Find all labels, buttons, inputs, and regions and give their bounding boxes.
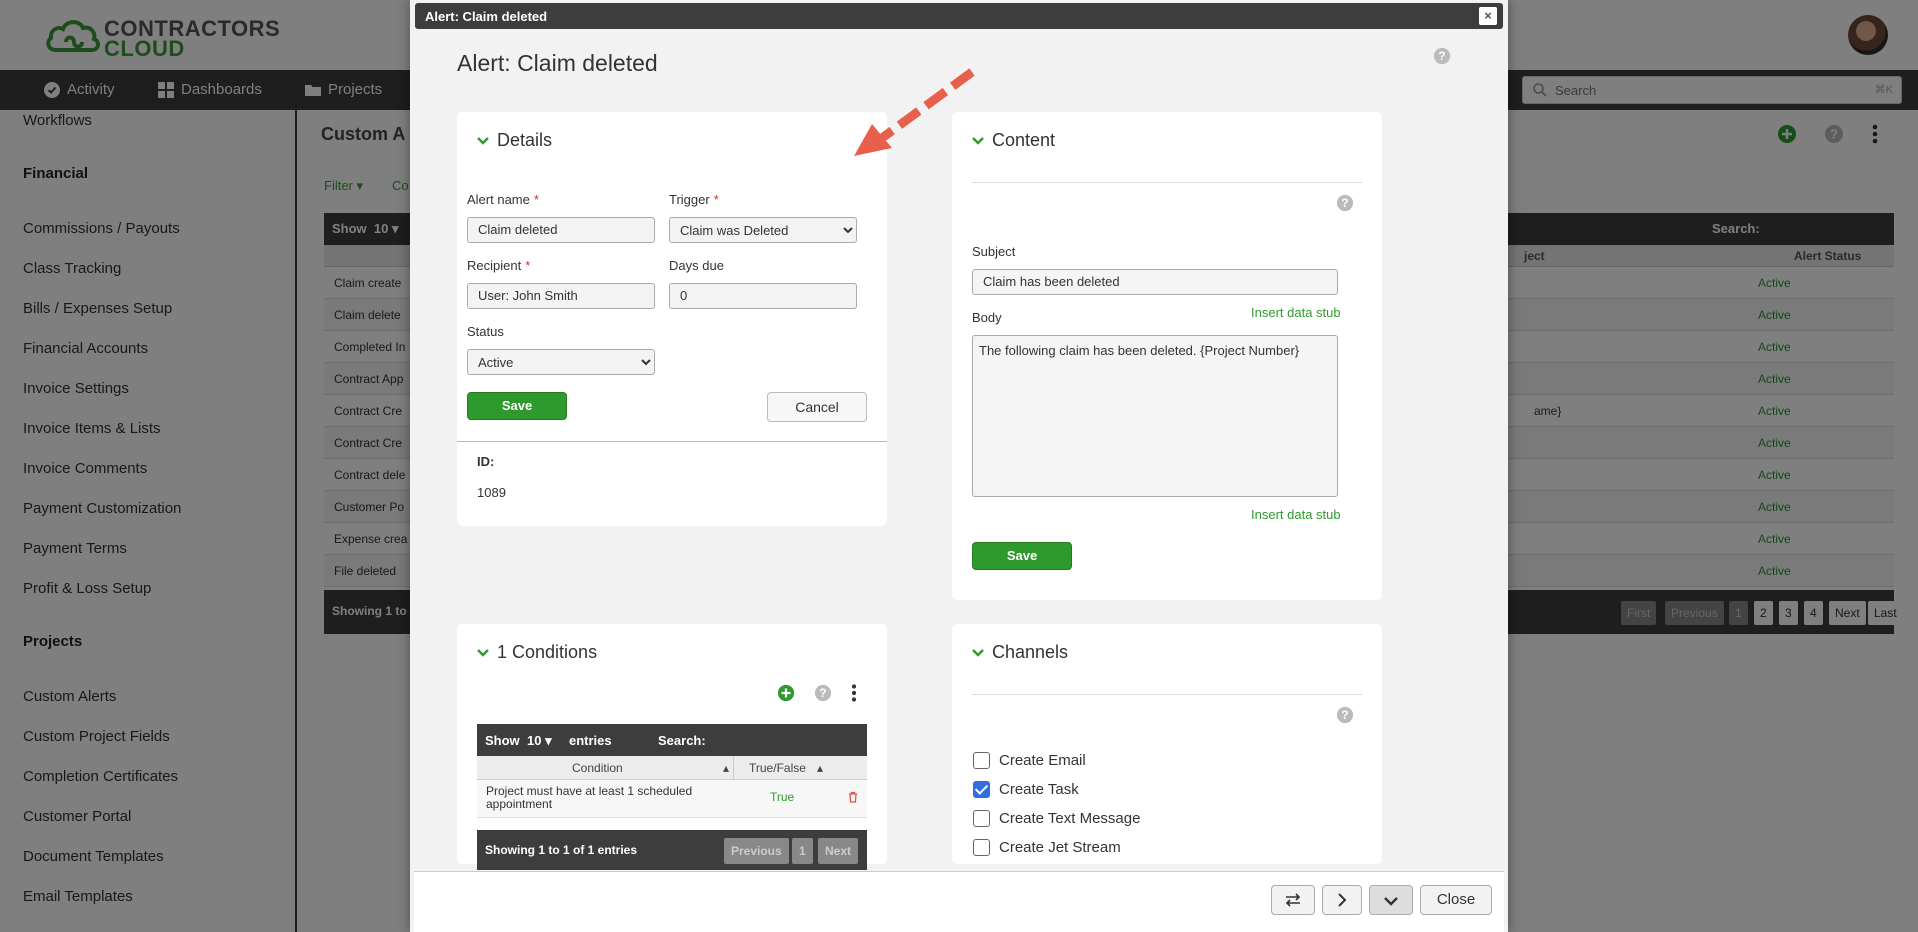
recipient-label: Recipient * xyxy=(467,258,531,273)
channels-title: Channels xyxy=(992,642,1069,662)
create-task-checkbox[interactable] xyxy=(973,781,990,798)
recipient-field[interactable]: User: John Smith xyxy=(467,283,655,309)
column-divider xyxy=(733,756,734,780)
conditions-panel-header[interactable]: 1 Conditions xyxy=(477,642,597,663)
expand-button[interactable] xyxy=(1369,885,1413,915)
conditions-table-footer: Showing 1 to 1 of 1 entries Previous 1 N… xyxy=(477,830,867,870)
modal-footer: Close xyxy=(414,871,1504,932)
body-textarea[interactable]: The following claim has been deleted. {P… xyxy=(972,335,1338,497)
svg-text:?: ? xyxy=(1341,197,1348,210)
modal-titlebar: Alert: Claim deleted × xyxy=(415,3,1503,29)
create-task-label[interactable]: Create Task xyxy=(999,781,1079,798)
insert-data-stub-link-body[interactable]: Insert data stub xyxy=(1251,507,1341,522)
close-button[interactable]: Close xyxy=(1420,885,1492,915)
page-previous[interactable]: Previous xyxy=(724,838,789,864)
swap-button[interactable] xyxy=(1271,885,1315,915)
annotation-arrow-icon xyxy=(854,68,975,156)
conditions-show-value: 10 xyxy=(527,733,542,748)
conditions-entries-label: entries xyxy=(569,733,612,748)
conditions-show-label: Show xyxy=(485,733,520,748)
trigger-label: Trigger * xyxy=(669,192,719,207)
status-select[interactable]: Active xyxy=(467,349,655,375)
content-panel: Content ? Subject Claim has been deleted… xyxy=(952,112,1382,600)
conditions-title: 1 Conditions xyxy=(497,642,598,662)
alert-name-label-text: Alert name xyxy=(467,192,530,207)
create-text-message-checkbox[interactable] xyxy=(973,810,990,827)
more-vertical-icon[interactable] xyxy=(851,684,857,702)
sort-icon[interactable]: ▴ xyxy=(817,761,823,775)
column-header-true-false[interactable]: True/False xyxy=(749,761,806,775)
days-due-label: Days due xyxy=(669,258,724,273)
chevron-down-icon xyxy=(477,648,489,657)
content-panel-header[interactable]: Content xyxy=(972,130,1055,151)
svg-text:?: ? xyxy=(1341,709,1348,722)
channels-panel: Channels ? Create Email Create Task Crea… xyxy=(952,624,1382,864)
content-save-button[interactable]: Save xyxy=(972,542,1072,570)
details-panel-header[interactable]: Details xyxy=(477,130,552,151)
insert-data-stub-link[interactable]: Insert data stub xyxy=(1251,305,1341,320)
swap-arrows-icon xyxy=(1285,893,1301,907)
close-icon[interactable]: × xyxy=(1479,7,1497,25)
channels-panel-header[interactable]: Channels xyxy=(972,642,1068,663)
details-title: Details xyxy=(497,130,553,150)
subject-field[interactable]: Claim has been deleted xyxy=(972,269,1338,295)
help-icon[interactable]: ? xyxy=(1336,706,1354,724)
status-label: Status xyxy=(467,324,504,339)
id-value: 1089 xyxy=(477,485,506,500)
details-cancel-button[interactable]: Cancel xyxy=(767,392,867,422)
help-icon[interactable]: ? xyxy=(814,684,832,702)
chevron-down-icon xyxy=(972,648,984,657)
alert-name-field[interactable]: Claim deleted xyxy=(467,217,655,243)
conditions-show-select[interactable]: 10 ▾ xyxy=(527,733,552,749)
conditions-table-toolbar: Show 10 ▾ entries Search: xyxy=(477,724,867,756)
subject-label: Subject xyxy=(972,244,1016,259)
column-header-condition[interactable]: Condition xyxy=(572,761,623,775)
conditions-panel: 1 Conditions ? Show 10 ▾ entries Search:… xyxy=(457,624,887,870)
chevron-right-icon xyxy=(1338,893,1347,907)
page-next[interactable]: Next xyxy=(818,838,859,864)
divider xyxy=(457,441,887,442)
details-panel: Details Alert name * Claim deleted Trigge… xyxy=(457,112,887,526)
sort-icon[interactable]: ▴ xyxy=(723,761,729,775)
modal-titlebar-text: Alert: Claim deleted xyxy=(425,9,548,24)
next-button[interactable] xyxy=(1322,885,1362,915)
id-label: ID: xyxy=(477,454,495,469)
divider xyxy=(972,694,1362,695)
chevron-down-icon xyxy=(1384,897,1398,906)
trigger-label-text: Trigger xyxy=(669,192,710,207)
svg-text:?: ? xyxy=(819,687,826,700)
chevron-down-icon xyxy=(477,136,489,145)
table-row[interactable]: Project must have at least 1 scheduled a… xyxy=(477,780,867,818)
body-label: Body xyxy=(972,310,1002,325)
days-due-field[interactable]: 0 xyxy=(669,283,857,309)
details-save-button[interactable]: Save xyxy=(467,392,567,420)
create-email-checkbox[interactable] xyxy=(973,752,990,769)
alert-name-label: Alert name * xyxy=(467,192,539,207)
trigger-select[interactable]: Claim was Deleted xyxy=(669,217,857,243)
conditions-column-headers: Condition ▴ True/False ▴ xyxy=(477,756,867,780)
recipient-label-text: Recipient xyxy=(467,258,522,273)
create-text-message-label[interactable]: Create Text Message xyxy=(999,810,1140,827)
conditions-table-info: Showing 1 to 1 of 1 entries xyxy=(485,843,638,857)
trash-icon[interactable] xyxy=(848,791,858,803)
condition-value: True xyxy=(770,790,795,804)
add-icon[interactable] xyxy=(777,684,795,702)
conditions-search-label: Search: xyxy=(658,733,706,748)
help-icon[interactable]: ? xyxy=(1336,194,1354,212)
svg-text:?: ? xyxy=(1438,50,1445,63)
create-jet-stream-label[interactable]: Create Jet Stream xyxy=(999,839,1121,856)
help-icon[interactable]: ? xyxy=(1433,47,1451,65)
content-title: Content xyxy=(992,130,1056,150)
divider xyxy=(972,182,1362,183)
modal-heading: Alert: Claim deleted xyxy=(457,50,658,76)
create-email-label[interactable]: Create Email xyxy=(999,752,1086,769)
create-jet-stream-checkbox[interactable] xyxy=(973,839,990,856)
page-1[interactable]: 1 xyxy=(792,838,813,864)
condition-text: Project must have at least 1 scheduled a… xyxy=(486,784,693,811)
